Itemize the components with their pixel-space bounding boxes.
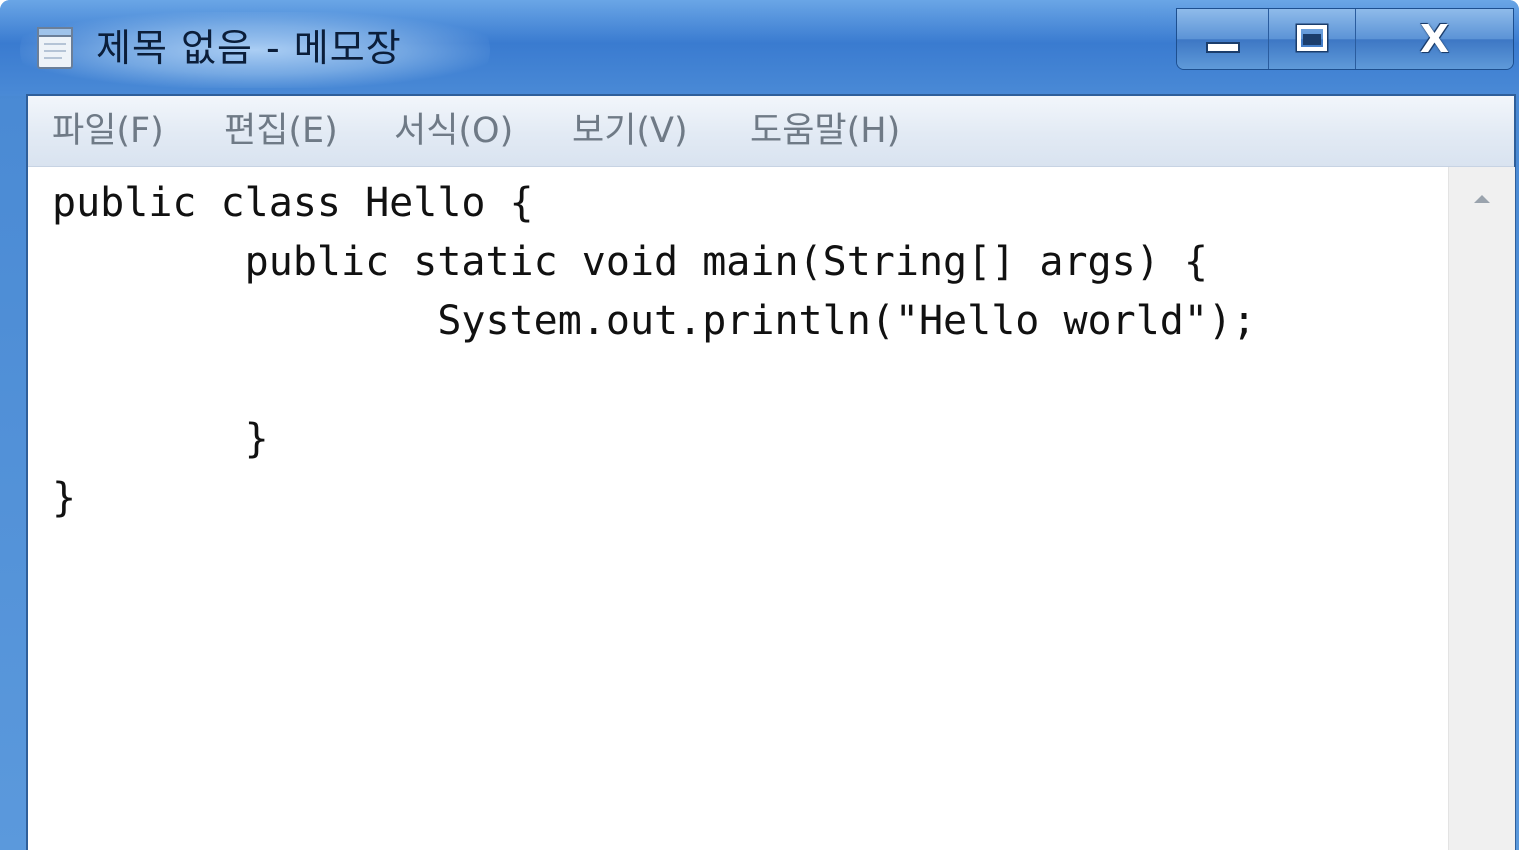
menu-bar: 파일(F) 편집(E) 서식(O) 보기(V) 도움말(H): [28, 96, 1514, 167]
menu-file[interactable]: 파일(F): [52, 104, 164, 158]
close-button[interactable]: X: [1355, 9, 1513, 69]
code-line: public static void main(String[] args) {: [52, 239, 1208, 285]
code-line: System.out.println("Hello world");: [52, 298, 1257, 344]
client-area: 파일(F) 편집(E) 서식(O) 보기(V) 도움말(H) public cl…: [26, 94, 1516, 850]
scroll-up-arrow-icon: [1474, 195, 1490, 203]
menu-format[interactable]: 서식(O): [394, 104, 513, 158]
menu-edit[interactable]: 편집(E): [224, 104, 338, 158]
code-line: }: [52, 416, 269, 462]
text-editor[interactable]: public class Hello { public static void …: [28, 167, 1448, 850]
menu-view[interactable]: 보기(V): [572, 104, 688, 158]
vertical-scrollbar[interactable]: [1448, 167, 1515, 850]
caption-buttons: X: [1176, 8, 1514, 70]
close-icon: X: [1419, 17, 1450, 61]
window-title: 제목 없음 - 메모장: [96, 26, 402, 70]
menu-help[interactable]: 도움말(H): [750, 104, 900, 158]
minimize-icon: [1205, 42, 1240, 53]
minimize-button[interactable]: [1177, 9, 1270, 69]
code-line: public class Hello {: [52, 180, 534, 226]
notepad-icon: [37, 27, 73, 69]
maximize-icon: [1295, 23, 1329, 53]
notepad-window: 제목 없음 - 메모장 X 파일(F) 편집(E) 서식(O) 보기(V) 도움…: [0, 0, 1519, 850]
title-bar[interactable]: 제목 없음 - 메모장 X: [0, 0, 1519, 96]
maximize-button[interactable]: [1269, 9, 1356, 69]
scroll-up-button[interactable]: [1449, 167, 1515, 231]
code-line: }: [52, 475, 77, 521]
